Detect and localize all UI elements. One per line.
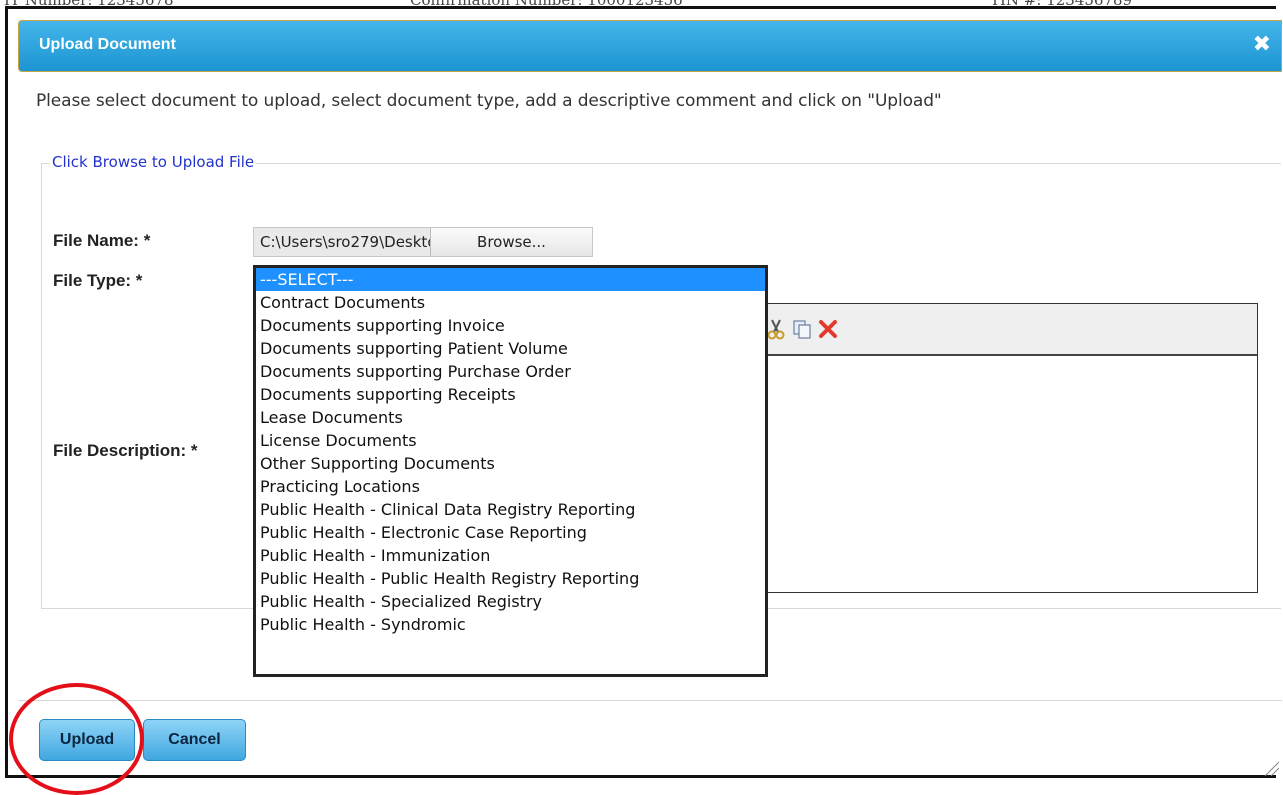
dialog-titlebar: Upload Document ✖ (18, 20, 1282, 72)
dropdown-option[interactable]: License Documents (256, 429, 765, 452)
dropdown-option[interactable]: Documents supporting Purchase Order (256, 360, 765, 383)
dropdown-option[interactable]: Lease Documents (256, 406, 765, 429)
file-name-label: File Name: * (53, 231, 151, 250)
close-icon[interactable]: ✖ (1253, 32, 1271, 58)
dropdown-option[interactable]: Documents supporting Invoice (256, 314, 765, 337)
file-description-label: File Description: * (53, 441, 198, 460)
dropdown-option[interactable]: Public Health - Syndromic (256, 613, 765, 636)
dropdown-option[interactable]: Public Health - Electronic Case Reportin… (256, 521, 765, 544)
file-type-dropdown[interactable]: ---SELECT--- Contract Documents Documents … (253, 265, 768, 677)
dropdown-option[interactable]: Documents supporting Receipts (256, 383, 765, 406)
dropdown-option[interactable]: Public Health - Immunization (256, 544, 765, 567)
delete-icon[interactable] (818, 318, 838, 340)
resize-grip-icon[interactable] (1263, 760, 1279, 776)
dropdown-option[interactable]: Documents supporting Patient Volume (256, 337, 765, 360)
dropdown-option[interactable]: ---SELECT--- (256, 268, 765, 291)
cut-icon[interactable] (766, 318, 786, 340)
dropdown-option[interactable]: Public Health - Specialized Registry (256, 590, 765, 613)
dropdown-option[interactable]: Public Health - Clinical Data Registry R… (256, 498, 765, 521)
browse-button[interactable]: Browse... (430, 228, 592, 256)
fieldset-legend: Click Browse to Upload File (50, 153, 257, 171)
dropdown-option[interactable]: Practicing Locations (256, 475, 765, 498)
dropdown-option[interactable]: Other Supporting Documents (256, 452, 765, 475)
copy-icon[interactable] (792, 318, 812, 340)
file-type-label: File Type: * (53, 271, 143, 290)
cancel-button[interactable]: Cancel (143, 719, 246, 761)
footer-divider (18, 700, 1282, 701)
instructions-text: Please select document to upload, select… (36, 91, 942, 111)
file-input[interactable]: C:\Users\sro279\Desktop\ Browse... (253, 227, 593, 257)
dialog-title: Upload Document (39, 36, 176, 53)
file-path-field[interactable]: C:\Users\sro279\Desktop\ (260, 233, 430, 251)
dropdown-option[interactable]: Contract Documents (256, 291, 765, 314)
upload-button[interactable]: Upload (39, 719, 135, 761)
dropdown-option[interactable]: Public Health - Public Health Registry R… (256, 567, 765, 590)
